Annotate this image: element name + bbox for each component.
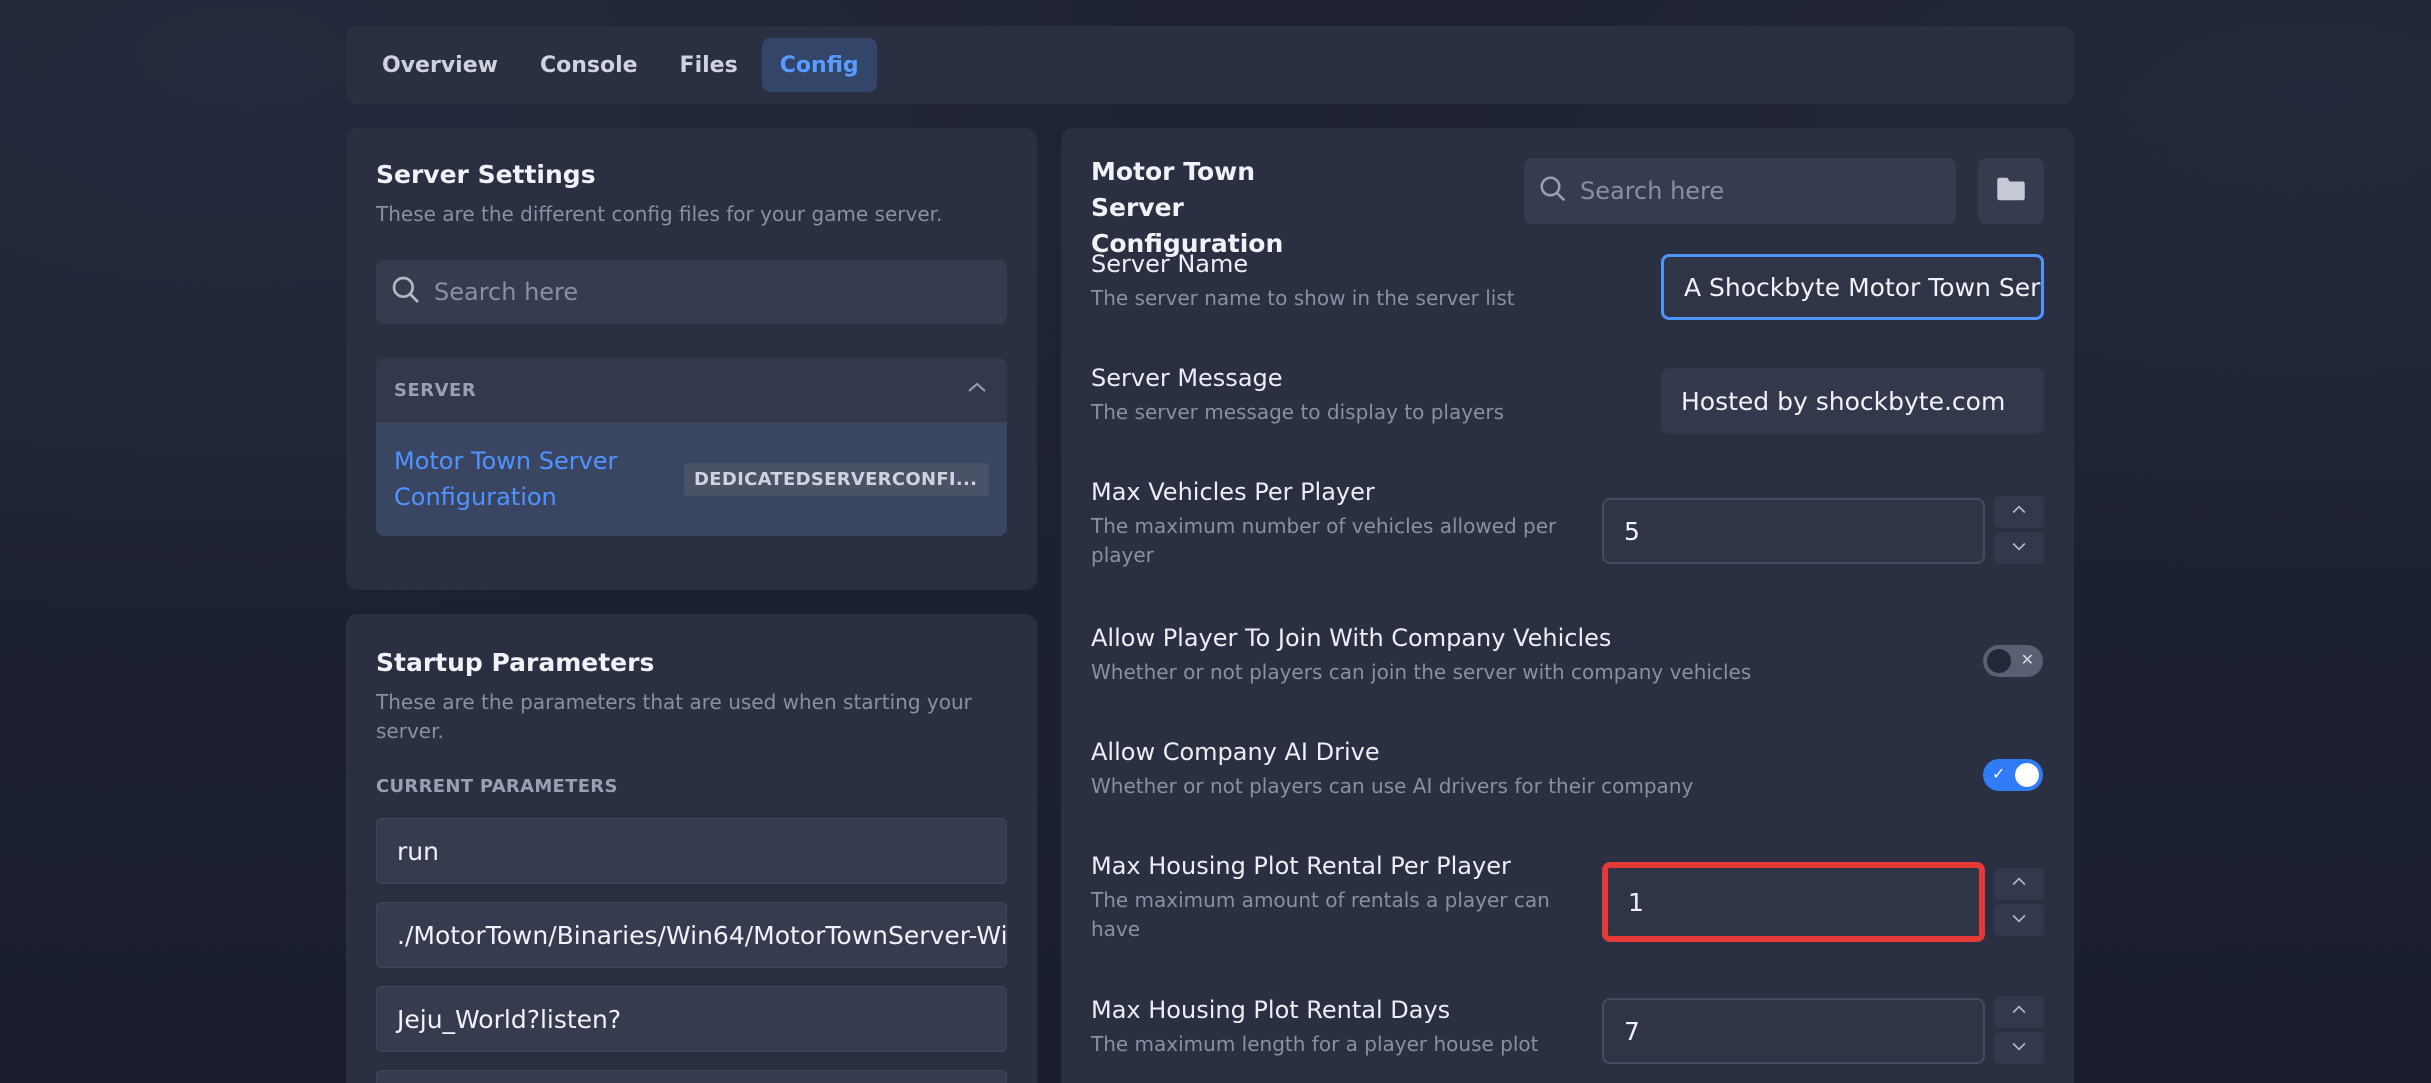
server-message-desc: The server message to display to players [1091,400,1504,424]
open-folder-button[interactable] [1978,158,2044,224]
decrement-button[interactable] [1994,904,2044,936]
rental-days-desc: The maximum length for a player house pl… [1091,1032,1539,1056]
config-title: Motor Town Server Configuration [1091,157,1284,258]
server-name-desc: The server name to show in the server li… [1091,286,1515,310]
parameter-field[interactable] [376,1070,1007,1083]
search-icon [390,274,422,310]
decrement-button[interactable] [1994,1032,2044,1064]
server-settings-subtitle: These are the different config files for… [376,202,943,226]
parameter-field[interactable]: ./MotorTown/Binaries/Win64/MotorTownServ… [376,902,1007,968]
config-file-item[interactable]: Motor Town Server Configuration DEDICATE… [376,422,1007,536]
company-ai-desc: Whether or not players can use AI driver… [1091,774,1694,798]
decrement-button[interactable] [1994,532,2044,564]
config-panel: Motor Town Server Configuration Server N… [1061,128,2074,1083]
parameter-field[interactable]: Jeju_World?listen? [376,986,1007,1052]
config-file-badge: DEDICATEDSERVERCONFI... [684,462,989,496]
chevron-down-icon [2009,536,2029,560]
company-ai-toggle[interactable]: ✓ [1983,759,2043,791]
server-name-label: Server Name [1091,250,1249,278]
max-vehicles-stepper [1994,496,2044,564]
chevron-up-icon [2009,872,2029,896]
housing-rental-desc: The maximum amount of rentals a player c… [1091,888,1550,941]
company-ai-label: Allow Company AI Drive [1091,738,1380,766]
folder-icon [1996,176,2026,206]
tab-console[interactable]: Console [522,38,656,92]
rental-days-input[interactable]: 7 [1602,998,1985,1064]
setting-search [1524,158,1956,224]
increment-button[interactable] [1994,496,2044,528]
server-settings-panel: Server Settings These are the different … [346,128,1037,590]
parameter-field[interactable]: run [376,818,1007,884]
rental-days-stepper [1994,996,2044,1064]
max-vehicles-label: Max Vehicles Per Player [1091,478,1375,506]
server-settings-title: Server Settings [376,160,596,189]
check-icon: ✓ [1992,764,2006,783]
server-message-label: Server Message [1091,364,1283,392]
chevron-up-icon [965,376,989,404]
company-vehicles-label: Allow Player To Join With Company Vehicl… [1091,624,1612,652]
current-parameters-label: CURRENT PARAMETERS [376,776,618,797]
rental-days-label: Max Housing Plot Rental Days [1091,996,1451,1024]
config-file-search-input[interactable] [434,278,1007,306]
chevron-down-icon [2009,908,2029,932]
tab-overview[interactable]: Overview [364,38,516,92]
max-vehicles-input[interactable]: 5 [1602,498,1985,564]
startup-parameters-panel: Startup Parameters These are the paramet… [346,614,1037,1083]
housing-rental-stepper [1994,868,2044,936]
toggle-knob [2015,763,2039,787]
increment-button[interactable] [1994,996,2044,1028]
server-message-input[interactable]: Hosted by shockbyte.com [1661,368,2044,434]
setting-search-input[interactable] [1580,177,1956,205]
server-name-input[interactable]: A Shockbyte Motor Town Server [1661,254,2044,320]
tab-config[interactable]: Config [761,38,877,92]
startup-title: Startup Parameters [376,648,655,677]
config-file-search [376,260,1007,324]
server-group-label: SERVER [394,379,477,401]
startup-subtitle: These are the parameters that are used w… [376,690,972,743]
tab-bar: Overview Console Files Config [346,26,2074,104]
housing-rental-label: Max Housing Plot Rental Per Player [1091,852,1511,880]
toggle-knob [1987,649,2011,673]
max-vehicles-desc: The maximum number of vehicles allowed p… [1091,514,1557,567]
chevron-up-icon [2009,500,2029,524]
chevron-up-icon [2009,1000,2029,1024]
config-file-name: Motor Town Server Configuration [394,447,618,511]
tab-files[interactable]: Files [662,38,756,92]
close-icon: ✕ [2020,650,2034,669]
increment-button[interactable] [1994,868,2044,900]
search-icon [1538,174,1568,208]
chevron-down-icon [2009,1036,2029,1060]
server-group-header[interactable]: SERVER [376,358,1007,422]
housing-rental-input[interactable]: 1 [1602,862,1985,942]
company-vehicles-toggle[interactable]: ✕ [1983,645,2043,677]
company-vehicles-desc: Whether or not players can join the serv… [1091,660,1752,684]
